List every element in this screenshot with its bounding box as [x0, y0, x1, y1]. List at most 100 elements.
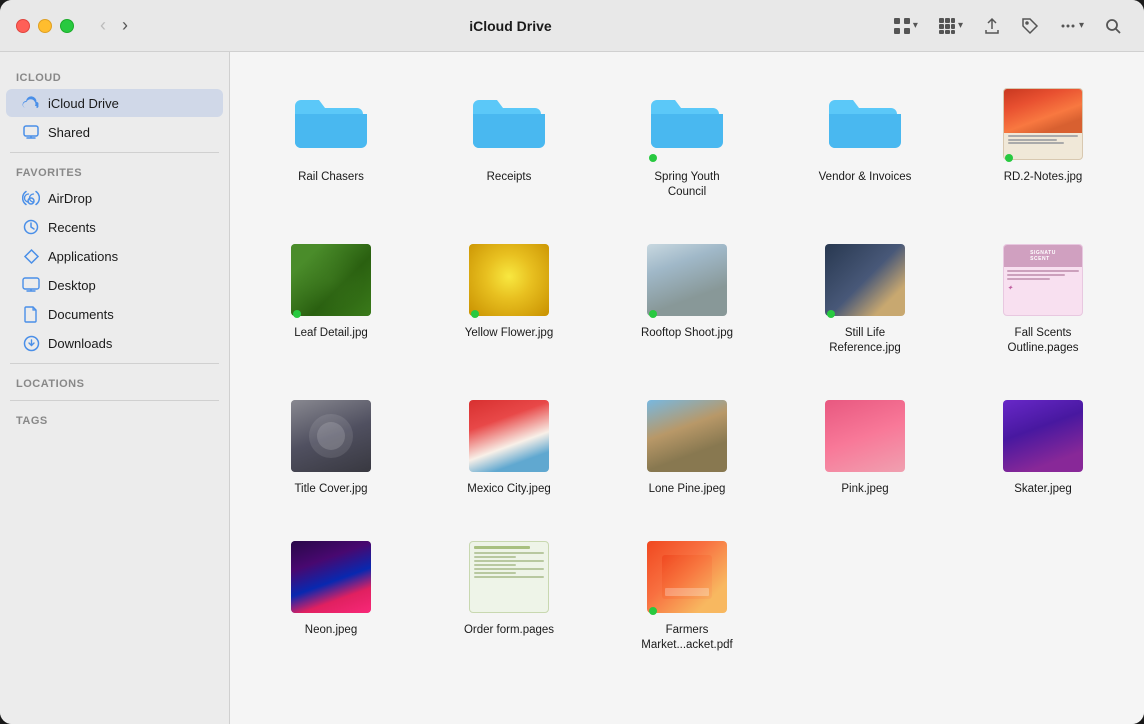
- sidebar-item-airdrop[interactable]: AirDrop: [6, 184, 223, 212]
- sidebar: iCloud iCloud Drive Shared: [0, 52, 230, 724]
- folder-icon-rail-chasers: [291, 84, 371, 164]
- file-item-pink[interactable]: Pink.jpeg: [784, 388, 946, 505]
- file-item-rd-notes[interactable]: RD.2-Notes.jpg: [962, 76, 1124, 208]
- file-name-rooftop: Rooftop Shoot.jpg: [641, 326, 733, 341]
- sidebar-item-desktop[interactable]: Desktop: [6, 271, 223, 299]
- desktop-icon: [22, 276, 40, 294]
- airdrop-icon: [22, 189, 40, 207]
- more-icon: [1059, 17, 1077, 35]
- sidebar-item-icloud-drive[interactable]: iCloud Drive: [6, 89, 223, 117]
- documents-icon: [22, 305, 40, 323]
- sync-dot-still-life: [827, 310, 835, 318]
- file-item-title-cover[interactable]: Title Cover.jpg: [250, 388, 412, 505]
- file-name-pink: Pink.jpeg: [841, 482, 888, 497]
- sidebar-divider-1: [10, 152, 219, 153]
- thumbnail-title-cover: [291, 396, 371, 476]
- folder-icon-spring-youth: [647, 84, 727, 164]
- downloads-icon: [22, 334, 40, 352]
- grid-icon: [893, 17, 911, 35]
- traffic-lights: [16, 19, 74, 33]
- applications-icon: [22, 247, 40, 265]
- file-item-spring-youth[interactable]: Spring Youth Council: [606, 76, 768, 208]
- search-button[interactable]: [1098, 13, 1128, 39]
- view-chevron: ▾: [913, 20, 918, 31]
- sidebar-item-recents[interactable]: Recents: [6, 213, 223, 241]
- more-chevron: ▾: [1079, 20, 1084, 31]
- thumbnail-pink: [825, 396, 905, 476]
- file-item-vendor-invoices[interactable]: Vendor & Invoices: [784, 76, 946, 208]
- file-name-skater: Skater.jpeg: [1014, 482, 1072, 497]
- thumbnail-rd-notes: [1003, 84, 1083, 164]
- shared-icon: [22, 123, 40, 141]
- file-name-spring-youth: Spring Youth Council: [637, 170, 737, 200]
- cloud-icon: [22, 94, 40, 112]
- sidebar-label-airdrop: AirDrop: [48, 191, 92, 206]
- file-item-rail-chasers[interactable]: Rail Chasers: [250, 76, 412, 208]
- file-name-title-cover: Title Cover.jpg: [294, 482, 367, 497]
- view-icon-button[interactable]: ▾: [887, 13, 924, 39]
- file-item-rooftop[interactable]: Rooftop Shoot.jpg: [606, 232, 768, 364]
- sync-dot-rd: [1005, 154, 1013, 162]
- thumbnail-lone-pine: [647, 396, 727, 476]
- titlebar: ‹ › iCloud Drive ▾ ▾: [0, 0, 1144, 52]
- minimize-button[interactable]: [38, 19, 52, 33]
- sidebar-label-applications: Applications: [48, 249, 118, 264]
- file-grid: Rail Chasers Receipts: [250, 76, 1124, 661]
- thumbnail-rooftop: [647, 240, 727, 320]
- file-name-receipts: Receipts: [487, 170, 532, 185]
- sidebar-item-downloads[interactable]: Downloads: [6, 329, 223, 357]
- thumbnail-order-form: [469, 537, 549, 617]
- file-item-neon[interactable]: Neon.jpeg: [250, 529, 412, 661]
- main-content: iCloud iCloud Drive Shared: [0, 52, 1144, 724]
- sync-dot-spring: [649, 154, 657, 162]
- file-item-farmers-market[interactable]: Farmers Market...acket.pdf: [606, 529, 768, 661]
- sidebar-label-recents: Recents: [48, 220, 96, 235]
- share-button[interactable]: [977, 13, 1007, 39]
- tag-icon: [1021, 17, 1039, 35]
- gallery-chevron: ▾: [958, 20, 963, 31]
- file-name-order-form: Order form.pages: [464, 623, 554, 638]
- file-item-mexico-city[interactable]: Mexico City.jpeg: [428, 388, 590, 505]
- sidebar-divider-2: [10, 363, 219, 364]
- file-item-yellow-flower[interactable]: Yellow Flower.jpg: [428, 232, 590, 364]
- thumbnail-still-life: [825, 240, 905, 320]
- thumbnail-skater: [1003, 396, 1083, 476]
- file-area: Rail Chasers Receipts: [230, 52, 1144, 724]
- file-item-fall-scents[interactable]: SIGNATUSCENT ✦ Fall Scents Outline.pages: [962, 232, 1124, 364]
- file-item-order-form[interactable]: Order form.pages: [428, 529, 590, 661]
- file-name-yellow-flower: Yellow Flower.jpg: [465, 326, 553, 341]
- file-name-vendor: Vendor & Invoices: [819, 170, 912, 185]
- finder-window: ‹ › iCloud Drive ▾ ▾: [0, 0, 1144, 724]
- file-name-leaf: Leaf Detail.jpg: [294, 326, 368, 341]
- gallery-icon: [938, 17, 956, 35]
- sync-dot-farmers: [649, 607, 657, 615]
- window-title: iCloud Drive: [146, 18, 875, 34]
- file-name-rail-chasers: Rail Chasers: [298, 170, 364, 185]
- sidebar-section-icloud: iCloud: [0, 64, 229, 88]
- maximize-button[interactable]: [60, 19, 74, 33]
- view-gallery-button[interactable]: ▾: [932, 13, 969, 39]
- file-item-receipts[interactable]: Receipts: [428, 76, 590, 208]
- sidebar-item-applications[interactable]: Applications: [6, 242, 223, 270]
- file-item-skater[interactable]: Skater.jpeg: [962, 388, 1124, 505]
- forward-button[interactable]: ›: [116, 13, 134, 38]
- folder-icon-vendor: [825, 84, 905, 164]
- titlebar-actions: ▾ ▾: [887, 13, 1128, 39]
- nav-arrows: ‹ ›: [94, 13, 134, 38]
- thumbnail-yellow-flower: [469, 240, 549, 320]
- file-name-fall-scents: Fall Scents Outline.pages: [993, 326, 1093, 356]
- close-button[interactable]: [16, 19, 30, 33]
- sidebar-item-documents[interactable]: Documents: [6, 300, 223, 328]
- file-item-still-life[interactable]: Still Life Reference.jpg: [784, 232, 946, 364]
- tag-button[interactable]: [1015, 13, 1045, 39]
- sidebar-divider-3: [10, 400, 219, 401]
- file-name-farmers-market: Farmers Market...acket.pdf: [637, 623, 737, 653]
- more-button[interactable]: ▾: [1053, 13, 1090, 39]
- sidebar-item-shared[interactable]: Shared: [6, 118, 223, 146]
- file-item-leaf-detail[interactable]: Leaf Detail.jpg: [250, 232, 412, 364]
- folder-icon-receipts: [469, 84, 549, 164]
- back-button[interactable]: ‹: [94, 13, 112, 38]
- file-item-lone-pine[interactable]: Lone Pine.jpeg: [606, 388, 768, 505]
- sidebar-label-downloads: Downloads: [48, 336, 112, 351]
- sidebar-label-shared: Shared: [48, 125, 90, 140]
